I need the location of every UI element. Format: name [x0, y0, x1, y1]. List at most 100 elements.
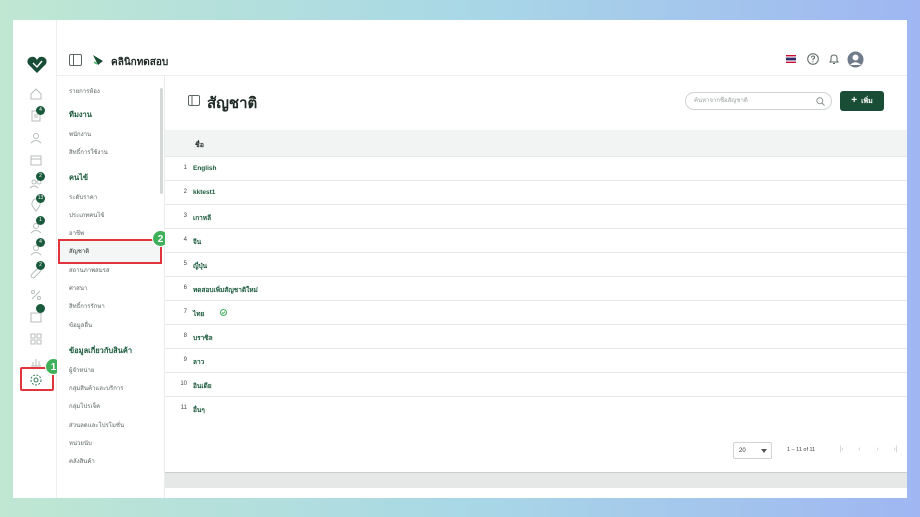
row-name[interactable]: English [193, 165, 216, 172]
avatar[interactable] [846, 51, 864, 67]
person-icon[interactable] [28, 130, 44, 146]
table-row[interactable]: 1 English [165, 157, 907, 181]
panel-toggle-icon[interactable] [69, 54, 82, 66]
badge-users: 2 [36, 172, 45, 181]
row-name[interactable]: ทดสอบเพิ่มสัญชาติใหม่ [193, 285, 258, 295]
calendar-icon[interactable] [28, 152, 44, 168]
search-icon[interactable] [816, 97, 825, 106]
submenu-item-product-groups[interactable]: กลุ่มสินค้าและบริการ [69, 383, 123, 393]
app-window: 4 2 13 1 4 2 1 คลินิกทดสอบ รายการห้อง ที… [13, 20, 907, 498]
icon-rail: 4 2 13 1 4 2 [13, 20, 57, 498]
verified-icon [220, 309, 227, 316]
row-number: 4 [183, 237, 187, 243]
thai-flag-icon[interactable] [784, 51, 798, 67]
bell-icon[interactable] [826, 51, 842, 67]
page-title: สัญชาติ [207, 95, 258, 112]
add-button-label: เพิ่ม [861, 97, 873, 105]
home-icon[interactable] [28, 86, 44, 102]
first-page-icon[interactable]: |‹ [837, 445, 846, 455]
submenu-item-units[interactable]: หน่วยนับ [69, 438, 92, 448]
chevron-down-icon [761, 449, 767, 453]
column-header-name[interactable]: ชื่อ [195, 140, 204, 151]
submenu-item-other-info[interactable]: ข้อมูลอื่น [69, 320, 92, 330]
clinic-mark-icon [93, 55, 103, 65]
page-range: 1 – 11 of 11 [787, 447, 816, 453]
row-name[interactable]: จีน [193, 237, 201, 247]
row-number: 3 [183, 213, 187, 219]
pagination: 20 1 – 11 of 11 |‹ ‹ › ›| [165, 442, 907, 464]
table-row[interactable]: 11 อื่นๆ [165, 397, 907, 421]
settings-submenu: รายการห้อง ทีมงาน พนักงาน สิทธิ์การใช้งา… [57, 76, 165, 498]
page-panel-icon [188, 95, 200, 106]
submenu-item-price-level[interactable]: ระดับราคา [69, 192, 97, 202]
badge-pill: 2 [36, 261, 45, 270]
submenu-item-suppliers[interactable]: ผู้จำหน่าย [69, 365, 94, 375]
submenu-item-rooms[interactable]: รายการห้อง [69, 86, 100, 96]
row-name[interactable]: บราซิล [193, 333, 213, 343]
submenu-item-marital-status[interactable]: สถานภาพสมรส [69, 265, 110, 275]
row-number: 2 [183, 189, 187, 195]
row-number: 1 [183, 165, 187, 171]
horizontal-scrollbar[interactable] [165, 472, 907, 488]
table-row[interactable]: 7 ไทย [165, 301, 907, 325]
table-header: ชื่อ [165, 130, 907, 157]
submenu-item-patient-type[interactable]: ประเภทคนไข้ [69, 210, 104, 220]
row-name[interactable]: เกาหลี [193, 213, 211, 223]
row-name[interactable]: kktest1 [193, 189, 215, 196]
row-name[interactable]: ลาว [193, 357, 204, 367]
badge-location: 13 [36, 194, 45, 203]
submenu-heading-patient: คนไข้ [69, 173, 89, 182]
prev-page-icon[interactable]: ‹ [855, 445, 864, 455]
row-name[interactable]: ญี่ปุ่น [193, 261, 207, 271]
row-name[interactable]: อื่นๆ [193, 405, 205, 415]
table-row[interactable]: 10 อินเดีย [165, 373, 907, 397]
table-row[interactable]: 9 ลาว [165, 349, 907, 373]
row-number: 5 [183, 261, 187, 267]
submenu-item-staff[interactable]: พนักงาน [69, 129, 91, 139]
submenu-item-nationality[interactable]: สัญชาติ [69, 246, 89, 256]
row-number: 7 [183, 309, 187, 315]
row-number: 10 [180, 381, 187, 387]
add-button[interactable]: + เพิ่ม [840, 91, 884, 111]
row-number: 11 [180, 405, 187, 411]
main-content: สัญชาติ + เพิ่ม ชื่อ 1 English 2 kktest1 3… [165, 76, 907, 498]
clinic-name[interactable]: คลินิกทดสอบ [111, 55, 168, 70]
row-name[interactable]: อินเดีย [193, 381, 212, 391]
submenu-item-occupation[interactable]: อาชีพ [69, 228, 84, 238]
row-name[interactable]: ไทย [193, 309, 204, 319]
page-size-select[interactable]: 20 [733, 442, 772, 459]
percent-icon[interactable] [28, 287, 44, 303]
help-icon[interactable] [805, 51, 821, 67]
table-row[interactable]: 2 kktest1 [165, 181, 907, 205]
next-page-icon[interactable]: › [873, 445, 882, 455]
submenu-item-permissions[interactable]: สิทธิ์การใช้งาน [69, 147, 108, 157]
last-page-icon[interactable]: ›| [891, 445, 900, 455]
submenu-item-project-groups[interactable]: กลุ่มโปรเจ็ค [69, 401, 100, 411]
table-row[interactable]: 4 จีน [165, 229, 907, 253]
submenu-heading-team: ทีมงาน [69, 110, 92, 119]
submenu-item-religion[interactable]: ศาสนา [69, 283, 87, 293]
table-row[interactable]: 3 เกาหลี [165, 205, 907, 229]
submenu-item-treatment-rights[interactable]: สิทธิ์การรักษา [69, 301, 105, 311]
clinic-logo-icon[interactable] [27, 56, 47, 74]
page-size-value: 20 [739, 448, 746, 454]
table-row[interactable]: 5 ญี่ปุ่น [165, 253, 907, 277]
search-box[interactable] [685, 92, 832, 110]
grid-icon[interactable] [28, 331, 44, 347]
row-number: 9 [183, 357, 187, 363]
table-row[interactable]: 6 ทดสอบเพิ่มสัญชาติใหม่ [165, 277, 907, 301]
badge-doctor: 4 [36, 238, 45, 247]
badge-queue: 1 [36, 216, 45, 225]
submenu-item-discounts[interactable]: ส่วนลดและโปรโมชั่น [69, 420, 124, 430]
row-number: 8 [183, 333, 187, 339]
table-row[interactable]: 8 บราซิล [165, 325, 907, 349]
top-bar: คลินิกทดสอบ [57, 20, 907, 76]
row-number: 6 [183, 285, 187, 291]
badge-clipboard: 4 [36, 106, 45, 115]
submenu-item-warehouse[interactable]: คลังสินค้า [69, 456, 95, 466]
search-input[interactable] [694, 95, 812, 107]
plus-icon: + [851, 95, 858, 106]
nationality-table: ชื่อ 1 English 2 kktest1 3 เกาหลี 4 จีน 5 ญี่… [165, 130, 907, 421]
submenu-heading-products: ข้อมูลเกี่ยวกับสินค้า [69, 346, 133, 355]
submenu-scrollbar[interactable] [160, 88, 163, 194]
